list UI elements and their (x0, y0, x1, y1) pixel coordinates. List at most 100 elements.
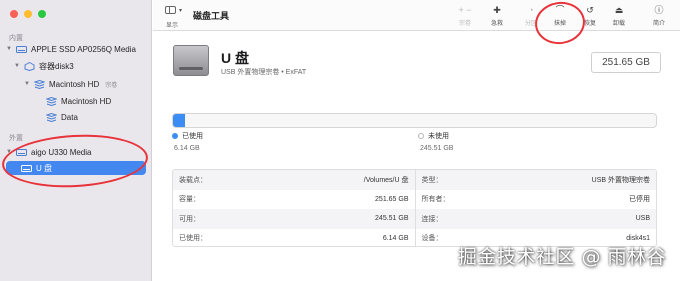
container-icon (24, 61, 35, 71)
info-row-used: 已使用： 6.14 GB (173, 229, 415, 247)
chevron-down-icon[interactable]: ▼ (14, 63, 20, 69)
tool-label: 卸载 (612, 21, 625, 27)
info-value: 245.51 GB (375, 215, 409, 223)
info-button[interactable]: ⓘ 简介 (645, 5, 673, 27)
info-key: 装载点： (179, 176, 207, 184)
sidebar-item-label: Macintosh HD (61, 96, 112, 106)
sidebar-item-label: 容器disk3 (39, 61, 74, 71)
info-row-mount-point: 装载点： /Volumes/U 盘 (173, 170, 415, 190)
volume-icon (46, 96, 57, 106)
legend-free: 未使用 245.51 GB (418, 131, 453, 152)
chevron-down-icon[interactable]: ▼ (6, 46, 12, 52)
volume-icon (46, 112, 57, 122)
sidebar-item-label: APPLE SSD AP0256Q Media (31, 44, 136, 54)
sidebar-icon (165, 6, 176, 14)
info-value: 已停用 (629, 196, 650, 204)
info-key: 连接： (421, 215, 443, 223)
chevron-down-icon[interactable]: ▼ (24, 81, 30, 87)
info-key: 所有者： (421, 196, 450, 204)
sidebar-item-macintosh-hd[interactable]: Macintosh HD (46, 94, 111, 108)
volume-name: U 盘 (221, 50, 249, 66)
sidebar-toggle-button[interactable]: ▾ (165, 6, 182, 14)
info-value: USB 外置物理宗卷 (591, 176, 650, 184)
sidebar-item-label: Data (61, 112, 78, 122)
capacity-badge: 251.65 GB (591, 52, 661, 73)
legend-free-value: 245.51 GB (420, 145, 454, 152)
info-row-type: 类型： USB 外置物理宗卷 (415, 170, 656, 190)
tool-label: 简介 (652, 21, 665, 27)
used-dot-icon (172, 133, 178, 139)
info-column-left: 装载点： /Volumes/U 盘 容量： 251.65 GB 可用： 245.51 … (173, 170, 415, 247)
sidebar-item-label: aigo U330 Media (31, 147, 92, 157)
info-value: 6.14 GB (382, 234, 409, 242)
tool-label: 分区 (524, 21, 537, 27)
restore-button[interactable]: ↺ 恢复 (576, 5, 604, 27)
legend-used-value: 6.14 GB (174, 145, 200, 152)
info-value: /Volumes/U 盘 (363, 176, 409, 184)
usage-bar-used (173, 114, 185, 127)
info-key: 设备： (421, 235, 443, 243)
info-value: USB (635, 215, 650, 223)
partition-button[interactable]: ◔ 分区 (517, 5, 545, 27)
show-label: 显示 (166, 23, 179, 29)
toolbar: ▾ 显示 磁盘工具 + − 宗卷 ✚ 急救 ◔ 分区 ⌒ 抹掉 ↺ 恢复 ⏏ 卸… (153, 0, 680, 31)
watermark: 掘金技术社区 @ 雨林谷 (457, 246, 666, 268)
restore-icon: ↺ (586, 5, 594, 15)
legend-used-label: 已使用 (182, 133, 203, 140)
volume-add-remove-button[interactable]: + − 宗卷 (451, 5, 479, 27)
sidebar-item-aigo-u330[interactable]: ▼ aigo U330 Media (6, 145, 91, 159)
sidebar-item-label: Macintosh HD (49, 79, 100, 89)
sidebar-item-macintosh-hd-volume[interactable]: ▼ Macintosh HD 宗卷 (24, 77, 117, 91)
sidebar-item-sublabel: 宗卷 (105, 82, 118, 89)
minimize-window-button[interactable] (24, 10, 32, 18)
info-icon: ⓘ (654, 5, 664, 15)
eject-icon: ⏏ (614, 5, 624, 15)
info-key: 类型： (421, 176, 443, 184)
chevron-down-icon[interactable]: ▼ (6, 149, 12, 155)
sidebar-item-u-disk[interactable]: U 盘 (6, 161, 146, 175)
info-key: 可用： (179, 215, 200, 223)
external-drive-icon (173, 45, 209, 76)
info-row-owners: 所有者： 已停用 (416, 190, 657, 210)
external-disk-icon (16, 148, 27, 156)
app-title: 磁盘工具 (193, 11, 230, 21)
external-volume-icon (21, 164, 32, 172)
chevron-down-icon: ▾ (179, 7, 183, 14)
tool-label: 恢复 (583, 21, 596, 27)
info-row-connection: 连接： USB (415, 209, 656, 229)
info-key: 已使用： (179, 235, 207, 243)
sidebar-section-external: 外置 (9, 135, 23, 142)
info-column-right: 类型： USB 外置物理宗卷 所有者： 已停用 连接： USB 设备： disk4s1 (414, 170, 657, 246)
usage-bar (172, 113, 657, 128)
info-value: disk4s1 (626, 234, 650, 242)
first-aid-icon: ✚ (493, 5, 501, 15)
legend-free-label: 未使用 (428, 133, 449, 140)
sidebar: 内置 ▼ APPLE SSD AP0256Q Media ▼ 容器disk3 ▼… (0, 0, 152, 281)
info-key: 容量： (179, 196, 200, 204)
sidebar-item-apple-ssd[interactable]: ▼ APPLE SSD AP0256Q Media (6, 42, 136, 56)
info-table: 装载点： /Volumes/U 盘 容量： 251.65 GB 可用： 245.51 … (172, 169, 657, 247)
sidebar-item-data[interactable]: Data (46, 110, 78, 124)
volume-group-icon (34, 79, 45, 89)
tool-label: 急救 (490, 21, 503, 27)
sidebar-item-label: U 盘 (36, 163, 52, 173)
info-row-capacity: 容量： 251.65 GB (173, 190, 415, 210)
unmount-button[interactable]: ⏏ 卸载 (605, 5, 633, 27)
info-value: 251.65 GB (375, 195, 409, 203)
erase-button[interactable]: ⌒ 抹掉 (546, 5, 574, 27)
tool-label: 宗卷 (458, 21, 471, 27)
volume-description: USB 外置物理宗卷 • ExFAT (221, 69, 307, 76)
tool-label: 抹掉 (553, 21, 566, 27)
first-aid-button[interactable]: ✚ 急救 (483, 5, 511, 27)
legend-used: 已使用 6.14 GB (172, 131, 203, 152)
plus-minus-icon: + − (458, 5, 472, 15)
partition-icon: ◔ (528, 5, 534, 15)
window-controls (10, 10, 46, 18)
close-window-button[interactable] (10, 10, 18, 18)
internal-disk-icon (16, 45, 27, 53)
erase-icon: ⌒ (555, 5, 565, 15)
sidebar-item-container-disk3[interactable]: ▼ 容器disk3 (14, 59, 74, 73)
free-dot-icon (418, 133, 424, 139)
zoom-window-button[interactable] (38, 10, 46, 18)
info-row-available: 可用： 245.51 GB (173, 209, 415, 229)
